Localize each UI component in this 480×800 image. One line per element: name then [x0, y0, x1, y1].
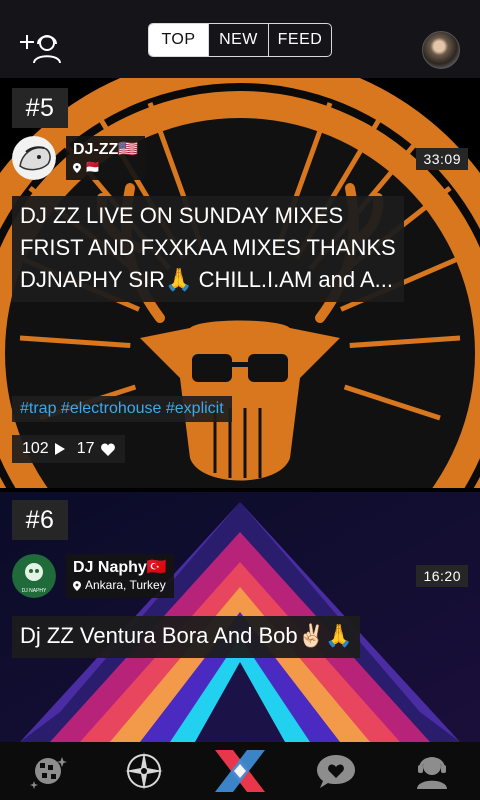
play-count: 102: [22, 440, 49, 457]
top-bar: TOP NEW FEED: [0, 0, 480, 78]
nav-compass[interactable]: [116, 746, 172, 796]
title-line: DJ ZZ LIVE ON SUNDAY MIXES: [20, 203, 344, 228]
user-info: DJ-ZZ🇺🇸 🇲🇨: [66, 136, 146, 180]
app-logo-icon: [215, 750, 265, 792]
heart-icon: [100, 443, 115, 456]
rank-badge: #5: [12, 88, 68, 128]
nav-profile[interactable]: [404, 746, 460, 796]
user-location: Ankara, Turkey: [73, 578, 167, 593]
user-name[interactable]: DJ Naphy🇹🇷: [73, 558, 167, 578]
compass-icon: [125, 752, 163, 790]
title-line: FRIST AND FXXKAA MIXES THANKS: [20, 235, 396, 260]
hashtags[interactable]: #trap #electrohouse #explicit: [12, 396, 232, 422]
user-name[interactable]: DJ-ZZ🇺🇸: [73, 140, 138, 160]
location-pin-icon: [73, 580, 81, 591]
title-line: Dj ZZ Ventura Bora And Bob✌🏻🙏: [20, 623, 353, 648]
tab-feed[interactable]: FEED: [269, 24, 331, 56]
tab-new[interactable]: NEW: [209, 24, 269, 56]
title-line: DJNAPHY SIR🙏 CHILL.I.AM and A...: [20, 267, 394, 292]
nav-home[interactable]: [212, 746, 268, 796]
avatar-caption: DJ NAPHY: [22, 588, 47, 594]
dj-avatar-icon: [12, 136, 56, 180]
user-row[interactable]: DJ NAPHY DJ Naphy🇹🇷 Ankara, Turkey: [12, 554, 174, 598]
user-avatar[interactable]: DJ NAPHY: [12, 554, 56, 598]
user-info: DJ Naphy🇹🇷 Ankara, Turkey: [66, 554, 174, 598]
stats-bar: 102 17: [12, 435, 125, 463]
user-location: 🇲🇨: [73, 160, 138, 175]
add-friend-button[interactable]: [18, 30, 64, 66]
messages-icon: [317, 755, 355, 788]
duration-badge: 16:20: [416, 565, 468, 587]
dj-naphy-logo-icon: DJ NAPHY: [12, 554, 56, 598]
profile-avatar[interactable]: [422, 31, 460, 69]
rank-badge: #6: [12, 500, 68, 540]
mix-card[interactable]: #5 DJ-ZZ🇺🇸 🇲🇨 33:09 DJ ZZ LIVE ON SUNDAY…: [0, 78, 480, 488]
play-icon: [54, 443, 65, 455]
like-count: 17: [76, 440, 95, 457]
feed-tabs: TOP NEW FEED: [148, 23, 332, 57]
add-user-icon: [20, 35, 61, 64]
discover-icon: [30, 757, 67, 789]
user-avatar[interactable]: [12, 136, 56, 180]
tab-top[interactable]: TOP: [149, 24, 209, 56]
mix-title[interactable]: DJ ZZ LIVE ON SUNDAY MIXES FRIST AND FXX…: [12, 196, 404, 302]
duration-badge: 33:09: [416, 148, 468, 170]
location-pin-icon: [73, 162, 81, 173]
mix-title[interactable]: Dj ZZ Ventura Bora And Bob✌🏻🙏: [12, 616, 361, 658]
profile-icon: [417, 757, 447, 789]
mix-card[interactable]: #6 DJ NAPHY DJ Naphy🇹🇷 Ankara, Turkey 16…: [0, 492, 480, 742]
bottom-nav: [0, 742, 480, 800]
nav-discover[interactable]: [20, 746, 76, 796]
nav-messages[interactable]: [308, 746, 364, 796]
user-row[interactable]: DJ-ZZ🇺🇸 🇲🇨: [12, 136, 146, 180]
